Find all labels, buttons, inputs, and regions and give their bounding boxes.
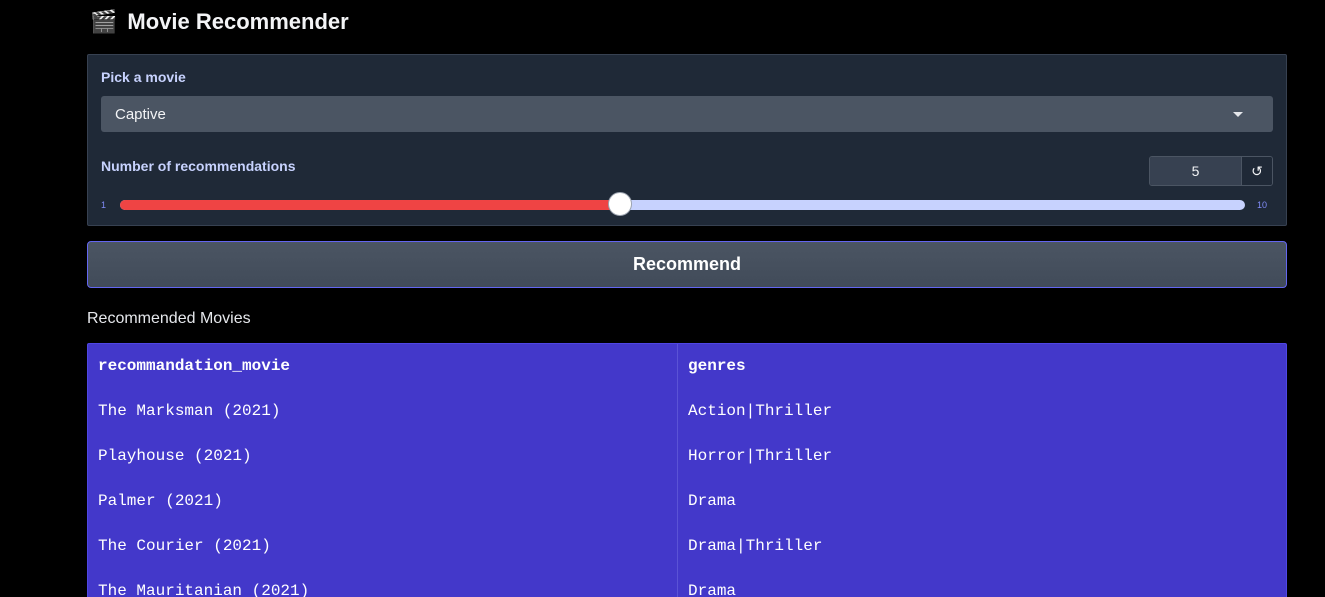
movie-select-label: Pick a movie xyxy=(101,69,186,85)
table-cell-genres: Action|Thriller xyxy=(688,402,833,420)
slider-max-label: 10 xyxy=(1257,200,1268,210)
table-cell-genres: Horror|Thriller xyxy=(688,447,833,465)
results-table: recommandation_movie The Marksman (2021)… xyxy=(87,343,1287,597)
results-label: Recommended Movies xyxy=(87,310,251,327)
slider-handle[interactable] xyxy=(608,192,632,216)
table-column-movie: recommandation_movie The Marksman (2021)… xyxy=(88,344,677,597)
count-number-box: ↺ xyxy=(1149,156,1273,186)
table-cell-movie: The Mauritanian (2021) xyxy=(98,582,310,597)
table-cell-movie: Palmer (2021) xyxy=(98,492,223,510)
table-cell-movie: Playhouse (2021) xyxy=(98,447,252,465)
count-input[interactable] xyxy=(1150,157,1241,185)
clapperboard-icon: 🎬 xyxy=(90,9,118,34)
movie-select[interactable]: Captive xyxy=(101,96,1273,132)
count-slider[interactable] xyxy=(120,200,1245,210)
column-header-movie: recommandation_movie xyxy=(98,357,291,375)
count-label: Number of recommendations xyxy=(101,158,296,174)
page-title-text: Movie Recommender xyxy=(127,9,349,34)
table-cell-movie: The Courier (2021) xyxy=(98,537,271,555)
table-cell-movie: The Marksman (2021) xyxy=(98,402,281,420)
column-header-genres: genres xyxy=(688,357,746,375)
app-root: 🎬 Movie Recommender Pick a movie Captive… xyxy=(0,0,1325,597)
table-cell-genres: Drama|Thriller xyxy=(688,537,823,555)
table-cell-genres: Drama xyxy=(688,492,737,510)
chevron-down-icon xyxy=(1233,111,1243,117)
input-panel: Pick a movie Captive Number of recommend… xyxy=(87,54,1287,226)
recommend-button[interactable]: Recommend xyxy=(87,241,1287,288)
table-column-genres: genres Action|Thriller Horror|Thriller D… xyxy=(677,344,1286,597)
table-cell-genres: Drama xyxy=(688,582,737,597)
slider-min-label: 1 xyxy=(101,200,107,210)
reset-icon[interactable]: ↺ xyxy=(1241,157,1272,185)
slider-fill xyxy=(120,200,620,210)
page-title: 🎬 Movie Recommender xyxy=(90,8,349,36)
movie-select-value: Captive xyxy=(115,105,166,123)
